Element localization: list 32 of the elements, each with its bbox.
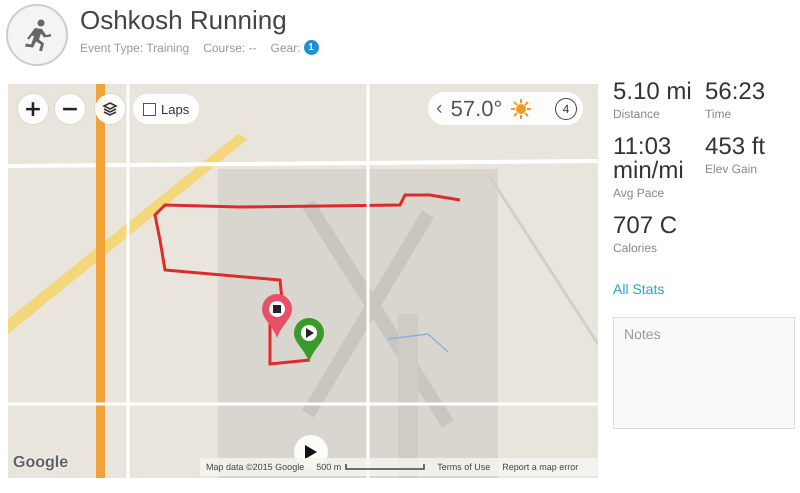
map-link[interactable]: Terms of Use — [437, 462, 490, 472]
stat-label: Time — [705, 107, 732, 121]
start-pin-icon — [294, 318, 324, 362]
laps-toggle[interactable]: Laps — [133, 94, 200, 124]
scale-bar-icon — [345, 464, 426, 470]
meta-label: Event Type: Training — [80, 40, 190, 54]
stat-value: 453 ft — [705, 135, 766, 159]
runner-icon — [22, 19, 52, 51]
stat-value: 707 C — [613, 214, 678, 238]
stat-value: 56:23 — [705, 80, 766, 104]
stat-value: 5.10 mi — [613, 80, 692, 104]
temperature: 57.0° — [450, 96, 502, 122]
laps-checkbox[interactable] — [143, 102, 156, 116]
meta-label: Course: -- — [203, 40, 257, 54]
attribution-text: Map data ©2015 Google — [206, 462, 304, 472]
previous-button[interactable]: ‹ — [436, 97, 443, 120]
finish-pin-icon — [262, 294, 292, 338]
scale-label: 500 m — [316, 462, 342, 472]
map-logo: Google — [13, 454, 68, 472]
map-link[interactable]: Report a map error — [502, 462, 578, 472]
layers-icon — [102, 101, 118, 117]
stat-label: Distance — [613, 107, 660, 121]
stat-label: Elev Gain — [705, 162, 758, 176]
notes-field[interactable]: Notes — [613, 317, 795, 429]
activity-title: Oshkosh Running — [80, 4, 288, 36]
stat-label: Avg Pace — [613, 186, 664, 200]
stat-value: 11:03 min/mi — [613, 135, 685, 183]
gear-label: Gear: — [270, 40, 301, 54]
stat-label: Calories — [613, 241, 658, 255]
lap-count-badge[interactable]: 4 — [555, 98, 577, 120]
sun-icon — [510, 98, 532, 120]
play-icon — [305, 445, 317, 459]
